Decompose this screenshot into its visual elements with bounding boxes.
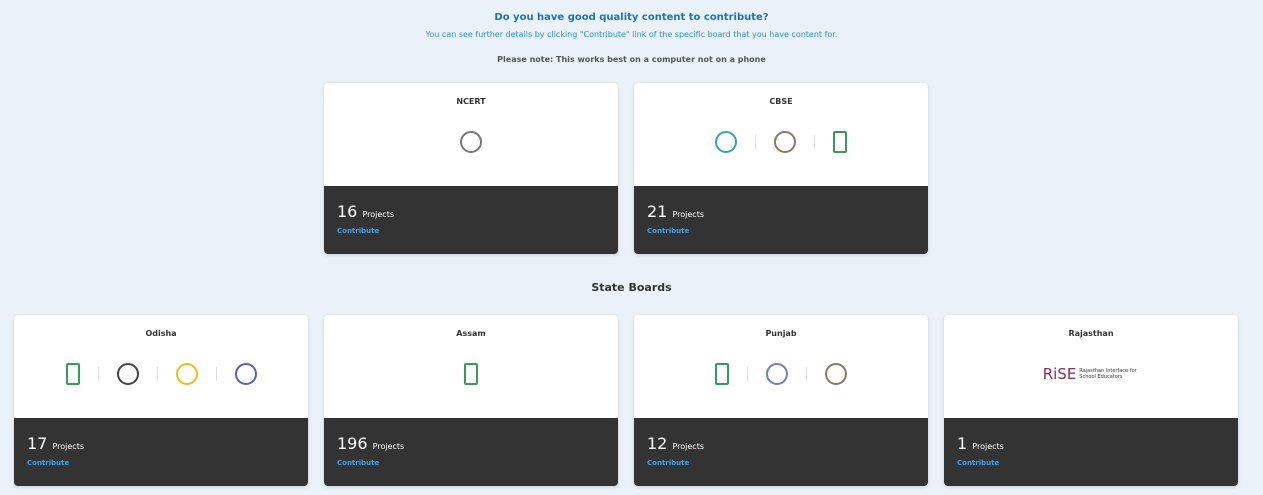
contribute-link[interactable]: Contribute [337,459,379,467]
diksha-logo-icon [715,363,729,385]
logo-divider [814,135,815,149]
emblem-logo-icon [825,363,847,385]
project-count: 17 [27,434,48,453]
projects-label: Projects [372,442,405,451]
cbse-logo-icon [715,131,737,153]
board-name: Assam [456,329,486,338]
project-count: 12 [647,434,668,453]
project-count: 16 [337,202,358,221]
section-title: State Boards [591,281,672,294]
board-logos: RiSE Rajasthan Interface for School Educa… [944,359,1238,389]
device-note: Please note: This works best on a comput… [497,55,766,64]
diksha-logo-icon [464,363,478,385]
projects-label: Projects [362,210,394,219]
board-logo-icon [116,363,139,385]
rise-logo: RiSE Rajasthan Interface for School Educa… [1042,365,1137,383]
logo-divider [215,367,217,381]
projects-label: Projects [672,210,704,219]
contribute-link[interactable]: Contribute [27,459,69,467]
emblem-logo-icon [774,131,796,153]
board-card-assam: Assam 196 Projects Contribute [324,315,618,486]
logo-divider [156,367,158,381]
board-name: Punjab [765,329,797,338]
board-logos [14,359,308,389]
card-footer: 16 Projects Contribute [324,186,618,254]
card-footer: 12 Projects Contribute [634,418,928,486]
project-count: 1 [957,434,968,453]
projects-label: Projects [672,442,704,451]
logo-divider [97,367,99,381]
board-card-odisha: Odisha 17 Projects Contribute [14,315,308,486]
board-logos [634,127,928,157]
contribute-link[interactable]: Contribute [647,459,689,467]
contribute-question: Do you have good quality content to cont… [494,12,769,23]
projects-label: Projects [52,442,84,451]
project-count: 196 [337,434,368,453]
board-logos [324,127,618,157]
logo-divider [747,367,748,381]
logo-divider [755,135,756,149]
contribute-link[interactable]: Contribute [957,459,999,467]
odisha-emblem-logo-icon [234,363,257,385]
diksha-logo-icon [833,131,847,153]
board-card-rajasthan: Rajasthan RiSE Rajasthan Interface for Sc… [944,315,1238,486]
board-card-cbse: CBSE 21 Projects Contribute [634,83,928,254]
card-footer: 196 Projects Contribute [324,418,618,486]
contribute-link[interactable]: Contribute [647,227,689,235]
board-logos [324,359,618,389]
pseb-logo-icon [766,363,788,385]
logo-divider [806,367,807,381]
board-card-punjab: Punjab 12 Projects Contribute [634,315,928,486]
diksha-logo-icon [65,363,80,385]
board-name: CBSE [769,97,793,106]
project-count: 21 [647,202,668,221]
board-name: Rajasthan [1068,329,1114,338]
contribute-link[interactable]: Contribute [337,227,379,235]
board-name: NCERT [456,97,486,106]
projects-label: Projects [972,442,1004,451]
card-footer: 17 Projects Contribute [14,418,308,486]
board-card-ncert: NCERT 16 Projects Contribute [324,83,618,254]
contribute-subtitle: You can see further details by clicking … [425,30,838,39]
ncert-logo-icon [460,131,482,153]
board-logos [634,359,928,389]
state-logo-icon [175,363,198,385]
card-footer: 21 Projects Contribute [634,186,928,254]
card-footer: 1 Projects Contribute [944,418,1238,486]
board-name: Odisha [145,329,177,338]
